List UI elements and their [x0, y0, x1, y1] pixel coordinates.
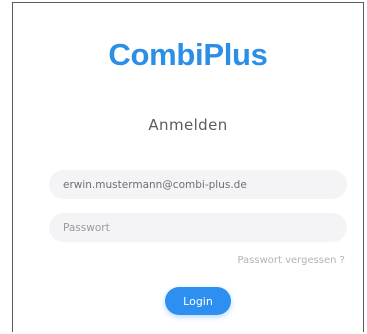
login-card: CombiPlus Anmelden erwin.mustermann@comb…: [12, 2, 364, 332]
password-field[interactable]: Passwort: [49, 213, 347, 242]
login-button-label: Login: [183, 294, 213, 308]
login-button[interactable]: Login: [165, 287, 231, 315]
email-value: erwin.mustermann@combi-plus.de: [63, 178, 247, 191]
brand-logo: CombiPlus: [108, 37, 268, 72]
password-placeholder: Passwort: [63, 221, 110, 234]
email-field[interactable]: erwin.mustermann@combi-plus.de: [49, 170, 347, 199]
forgot-password-link[interactable]: Passwort vergessen ?: [237, 255, 345, 266]
login-heading: Anmelden: [148, 116, 228, 134]
